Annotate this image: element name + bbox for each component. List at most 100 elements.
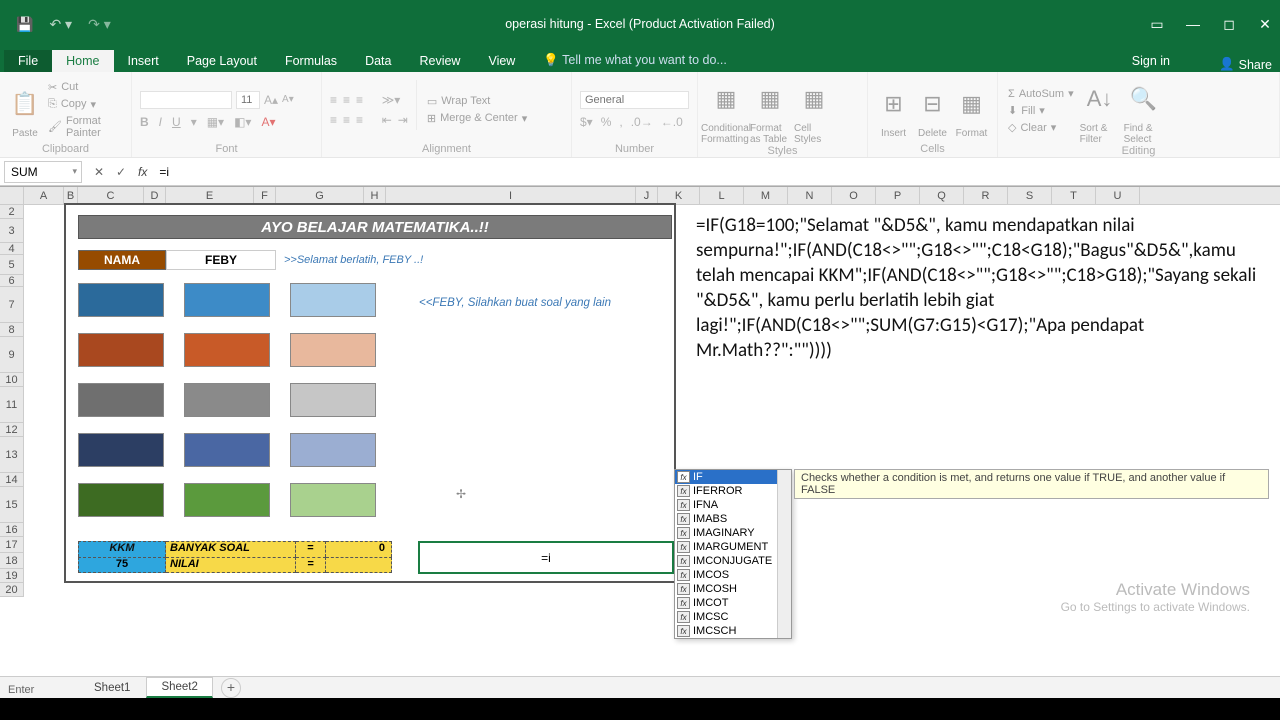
color-swatch[interactable] — [78, 283, 164, 317]
cell-styles-button[interactable]: ▦Cell Styles — [794, 76, 834, 145]
tab-page-layout[interactable]: Page Layout — [173, 50, 271, 72]
autocomplete-scrollbar[interactable] — [777, 470, 791, 638]
column-header[interactable]: R — [964, 187, 1008, 204]
minimize-icon[interactable]: — — [1178, 9, 1208, 39]
new-sheet-button[interactable]: + — [221, 678, 241, 698]
column-header[interactable]: L — [700, 187, 744, 204]
row-header[interactable]: 7 — [0, 287, 24, 323]
clear-button[interactable]: ◇ Clear ▾ — [1006, 120, 1076, 135]
color-swatch[interactable] — [184, 283, 270, 317]
row-header[interactable]: 10 — [0, 373, 24, 387]
worksheet[interactable]: ABCDEFGHIJKLMNOPQRSTU 234567891011121314… — [0, 186, 1280, 656]
decrease-decimal-button[interactable]: ←.0 — [661, 115, 683, 129]
column-header[interactable]: U — [1096, 187, 1140, 204]
tab-data[interactable]: Data — [351, 50, 405, 72]
redo-icon[interactable]: ↷ ▾ — [88, 16, 111, 33]
color-swatch[interactable] — [290, 333, 376, 367]
format-painter-button[interactable]: 🖌 Format Painter — [46, 114, 123, 140]
column-header[interactable]: F — [254, 187, 276, 204]
number-format-select[interactable] — [580, 91, 689, 109]
color-swatch[interactable] — [290, 483, 376, 517]
sort-filter-button[interactable]: A↓Sort & Filter — [1080, 76, 1120, 145]
row-header[interactable]: 19 — [0, 569, 24, 583]
decrease-font-icon[interactable]: A▾ — [282, 94, 294, 105]
row-header[interactable]: 8 — [0, 323, 24, 337]
undo-icon[interactable]: ↶ ▾ — [49, 16, 72, 33]
autocomplete-item[interactable]: fxIF — [675, 470, 791, 484]
column-header[interactable]: J — [636, 187, 658, 204]
conditional-formatting-button[interactable]: ▦Conditional Formatting — [706, 76, 746, 145]
color-swatch[interactable] — [78, 333, 164, 367]
formula-input[interactable]: =i — [153, 162, 1280, 182]
format-as-table-button[interactable]: ▦Format as Table — [750, 76, 790, 145]
paste-button[interactable]: 📋 Paste — [8, 76, 42, 143]
tab-home[interactable]: Home — [52, 50, 113, 72]
row-header[interactable]: 15 — [0, 487, 24, 523]
font-color-button[interactable]: A▾ — [261, 115, 275, 129]
autocomplete-item[interactable]: fxIMARGUMENT — [675, 540, 791, 554]
autocomplete-item[interactable]: fxIFNA — [675, 498, 791, 512]
increase-font-icon[interactable]: A▴ — [264, 93, 278, 107]
accounting-button[interactable]: $▾ — [580, 115, 593, 129]
tab-formulas[interactable]: Formulas — [271, 50, 351, 72]
column-header[interactable]: A — [24, 187, 64, 204]
wrap-text-button[interactable]: ▭ Wrap Text — [425, 94, 529, 109]
delete-cells-button[interactable]: ⊟Delete — [915, 76, 950, 143]
row-header[interactable]: 18 — [0, 553, 24, 569]
select-all-corner[interactable] — [0, 187, 24, 204]
insert-cells-button[interactable]: ⊞Insert — [876, 76, 911, 143]
row-header[interactable]: 11 — [0, 387, 24, 423]
find-select-button[interactable]: 🔍Find & Select — [1124, 76, 1164, 145]
row-header[interactable]: 13 — [0, 437, 24, 473]
column-header[interactable]: C — [78, 187, 144, 204]
color-swatch[interactable] — [184, 333, 270, 367]
row-header[interactable]: 12 — [0, 423, 24, 437]
maximize-icon[interactable]: ◻ — [1214, 9, 1244, 39]
column-header[interactable]: E — [166, 187, 254, 204]
nama-value[interactable]: FEBY — [166, 250, 276, 270]
sheet-tab-2[interactable]: Sheet2 — [146, 677, 212, 698]
autocomplete-item[interactable]: fxIMCONJUGATE — [675, 554, 791, 568]
color-swatch[interactable] — [78, 433, 164, 467]
active-cell[interactable]: =i — [418, 541, 674, 574]
copy-button[interactable]: ⎘ Copy ▾ — [46, 97, 123, 112]
column-header[interactable]: Q — [920, 187, 964, 204]
row-header[interactable]: 3 — [0, 219, 24, 243]
column-header[interactable]: M — [744, 187, 788, 204]
color-swatch[interactable] — [78, 483, 164, 517]
column-header[interactable]: D — [144, 187, 166, 204]
column-header[interactable]: H — [364, 187, 386, 204]
row-header[interactable]: 4 — [0, 243, 24, 255]
fill-button[interactable]: ⬇ Fill ▾ — [1006, 103, 1076, 118]
color-swatch[interactable] — [78, 383, 164, 417]
column-header[interactable]: T — [1052, 187, 1096, 204]
increase-decimal-button[interactable]: .0→ — [631, 115, 653, 129]
cut-button[interactable]: ✂ Cut — [46, 80, 123, 95]
row-header[interactable]: 2 — [0, 205, 24, 219]
column-header[interactable]: O — [832, 187, 876, 204]
autocomplete-item[interactable]: fxIMCSC — [675, 610, 791, 624]
formula-autocomplete[interactable]: fxIFfxIFERRORfxIFNAfxIMABSfxIMAGINARYfxI… — [674, 469, 792, 639]
color-swatch[interactable] — [184, 383, 270, 417]
share-button[interactable]: 👤 Share — [1219, 57, 1272, 72]
color-swatch[interactable] — [290, 283, 376, 317]
cancel-formula-icon[interactable]: ✕ — [88, 165, 110, 179]
color-swatch[interactable] — [290, 433, 376, 467]
column-header[interactable]: G — [276, 187, 364, 204]
row-header[interactable]: 9 — [0, 337, 24, 373]
sheet-tab-1[interactable]: Sheet1 — [80, 679, 144, 697]
tab-file[interactable]: File — [4, 50, 52, 72]
color-swatch[interactable] — [184, 483, 270, 517]
format-cells-button[interactable]: ▦Format — [954, 76, 989, 143]
font-family-input[interactable] — [140, 91, 232, 109]
row-header[interactable]: 20 — [0, 583, 24, 597]
column-header[interactable]: S — [1008, 187, 1052, 204]
color-swatch[interactable] — [290, 383, 376, 417]
border-button[interactable]: ▦▾ — [207, 115, 224, 129]
autocomplete-item[interactable]: fxIMCOT — [675, 596, 791, 610]
row-header[interactable]: 17 — [0, 537, 24, 553]
autosum-button[interactable]: Σ AutoSum ▾ — [1006, 86, 1076, 101]
fx-icon[interactable]: fx — [138, 165, 147, 179]
autocomplete-item[interactable]: fxIMABS — [675, 512, 791, 526]
fill-color-button[interactable]: ◧▾ — [234, 115, 251, 129]
